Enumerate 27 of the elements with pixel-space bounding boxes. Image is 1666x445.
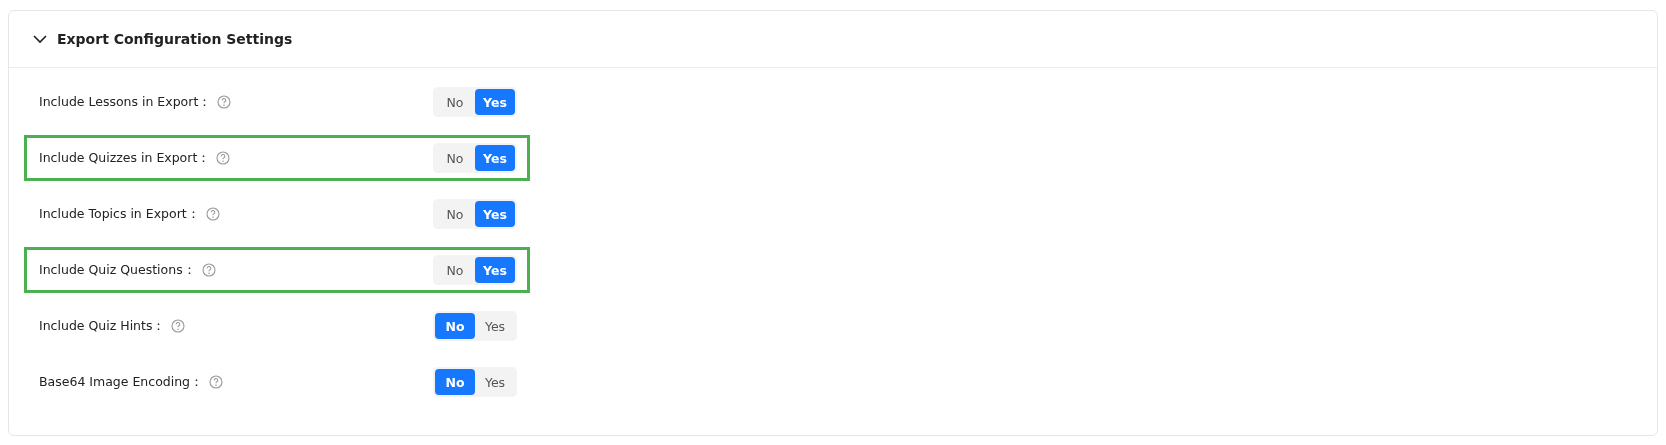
help-icon[interactable]	[205, 207, 220, 221]
help-icon[interactable]	[209, 375, 224, 389]
segment-option[interactable]: No	[435, 313, 475, 339]
segment-option[interactable]: Yes	[475, 313, 515, 339]
setting-label: Include Quiz Hints：	[39, 317, 166, 335]
segment-option[interactable]: No	[435, 369, 475, 395]
setting-label: Include Quiz Questions：	[39, 261, 196, 279]
segment-option[interactable]: Yes	[475, 145, 515, 171]
segment-option[interactable]: No	[435, 89, 475, 115]
setting-label: Include Quizzes in Export：	[39, 149, 211, 167]
chevron-icon	[33, 34, 47, 44]
panel-header[interactable]: Export Configuration Settings	[9, 11, 1657, 68]
segment-option[interactable]: Yes	[475, 257, 515, 283]
segment-option[interactable]: Yes	[475, 89, 515, 115]
segment-option[interactable]: Yes	[475, 369, 515, 395]
setting-label: Include Lessons in Export：	[39, 93, 212, 111]
segment-option[interactable]: Yes	[475, 201, 515, 227]
help-icon[interactable]	[216, 151, 231, 165]
segment-option[interactable]: No	[435, 257, 475, 283]
help-icon[interactable]	[201, 263, 216, 277]
setting-label: Include Topics in Export：	[39, 205, 200, 223]
help-icon[interactable]	[217, 95, 232, 109]
panel-title: Export Configuration Settings	[57, 31, 293, 47]
segment-option[interactable]: No	[435, 201, 475, 227]
help-icon[interactable]	[171, 319, 186, 333]
segment-option[interactable]: No	[435, 145, 475, 171]
setting-label: Base64 Image Encoding：	[39, 373, 204, 391]
